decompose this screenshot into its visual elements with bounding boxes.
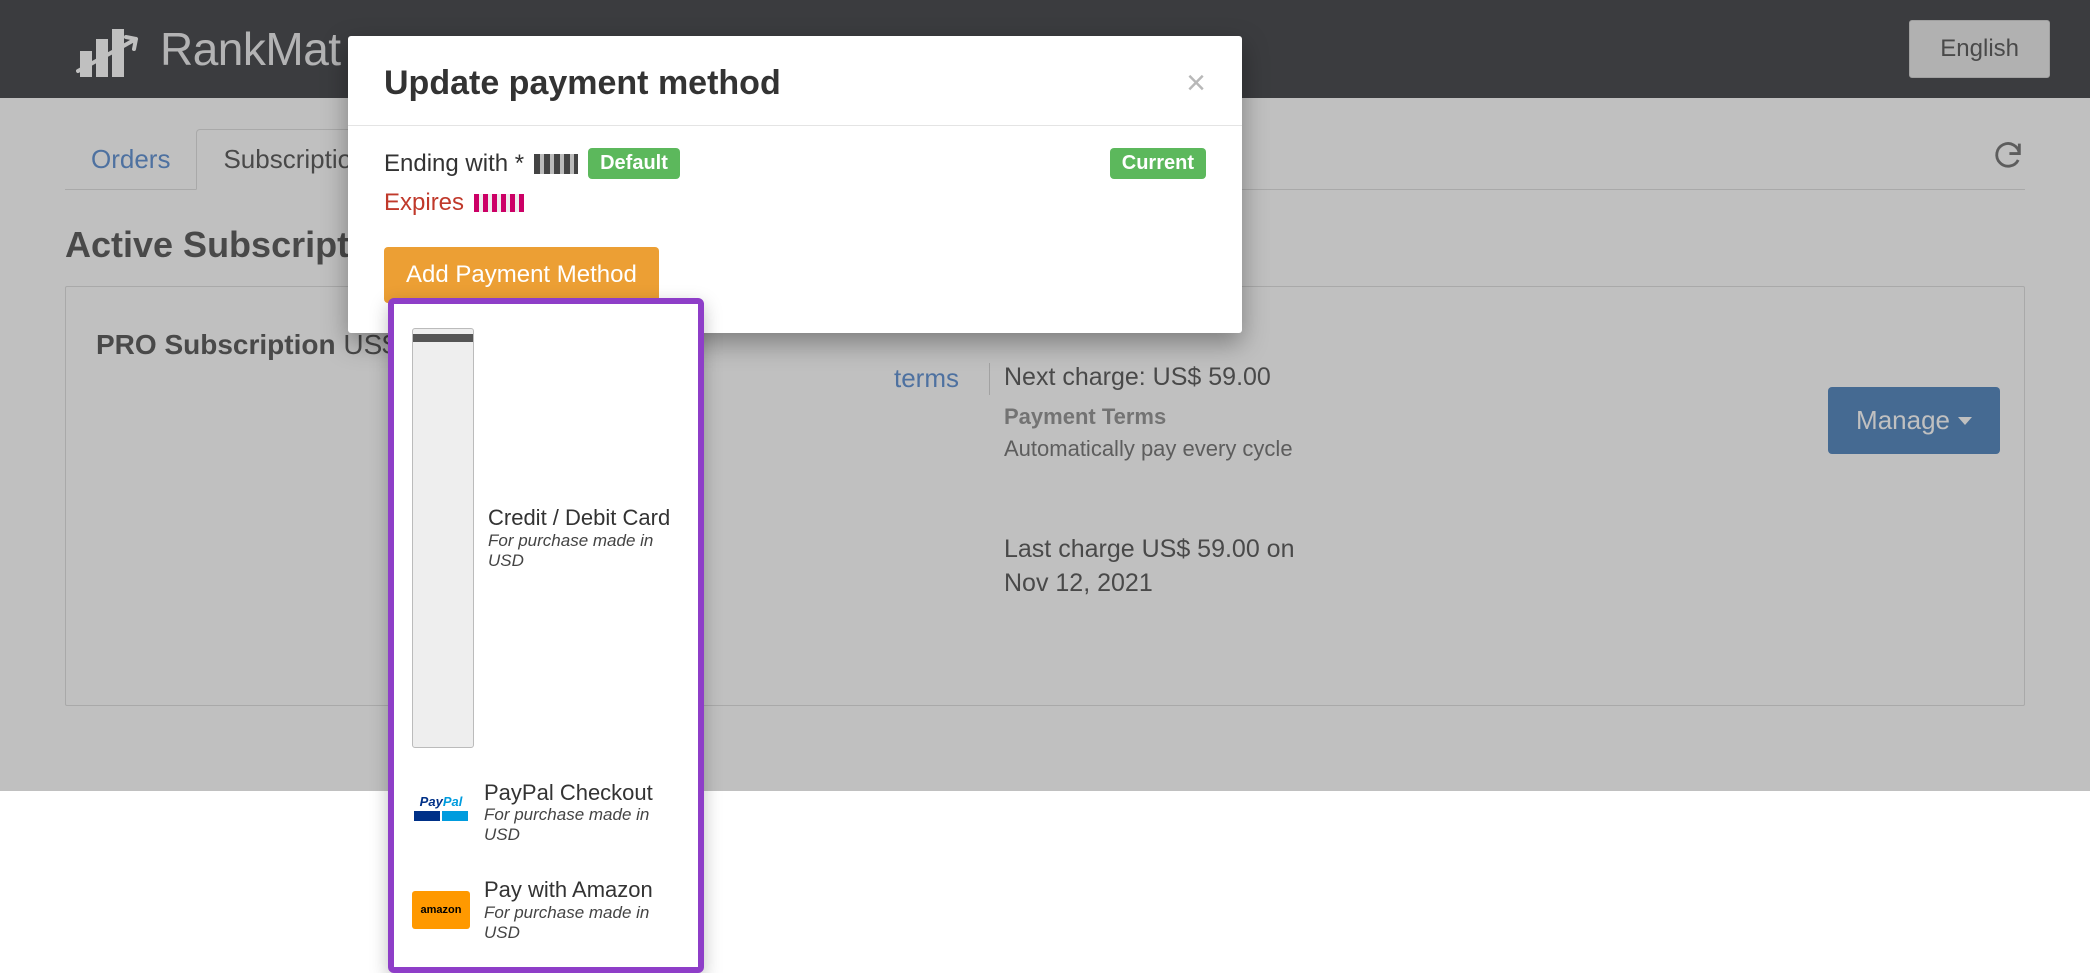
expires-label: Expires [384, 189, 464, 217]
modal-title: Update payment method [384, 64, 781, 103]
current-badge: Current [1110, 148, 1206, 179]
paypal-icon: PayPal [412, 794, 470, 832]
add-payment-method-button[interactable]: Add Payment Method [384, 247, 659, 303]
method-desc: For purchase made in USD [484, 805, 680, 845]
card-last-digits-redacted [534, 154, 578, 174]
method-title: PayPal Checkout [484, 780, 680, 805]
payment-method-dropdown: Credit / Debit Card For purchase made in… [388, 298, 704, 973]
method-option-paypal[interactable]: PayPal PayPal Checkout For purchase made… [408, 768, 684, 857]
method-title: Pay with Amazon [484, 877, 680, 902]
close-icon[interactable]: × [1186, 64, 1206, 103]
default-badge: Default [588, 148, 680, 179]
credit-card-icon [412, 328, 474, 748]
method-option-amazon[interactable]: amazon Pay with Amazon For purchase made… [408, 865, 684, 954]
amazon-icon: amazon [412, 891, 470, 929]
ending-with-label: Ending with * [384, 150, 524, 178]
method-option-card[interactable]: Credit / Debit Card For purchase made in… [408, 316, 684, 760]
expiry-redacted [474, 194, 524, 212]
method-desc: For purchase made in USD [488, 531, 680, 571]
method-title: Credit / Debit Card [488, 505, 680, 530]
update-payment-modal: Update payment method × Ending with * De… [348, 36, 1242, 333]
method-desc: For purchase made in USD [484, 903, 680, 943]
